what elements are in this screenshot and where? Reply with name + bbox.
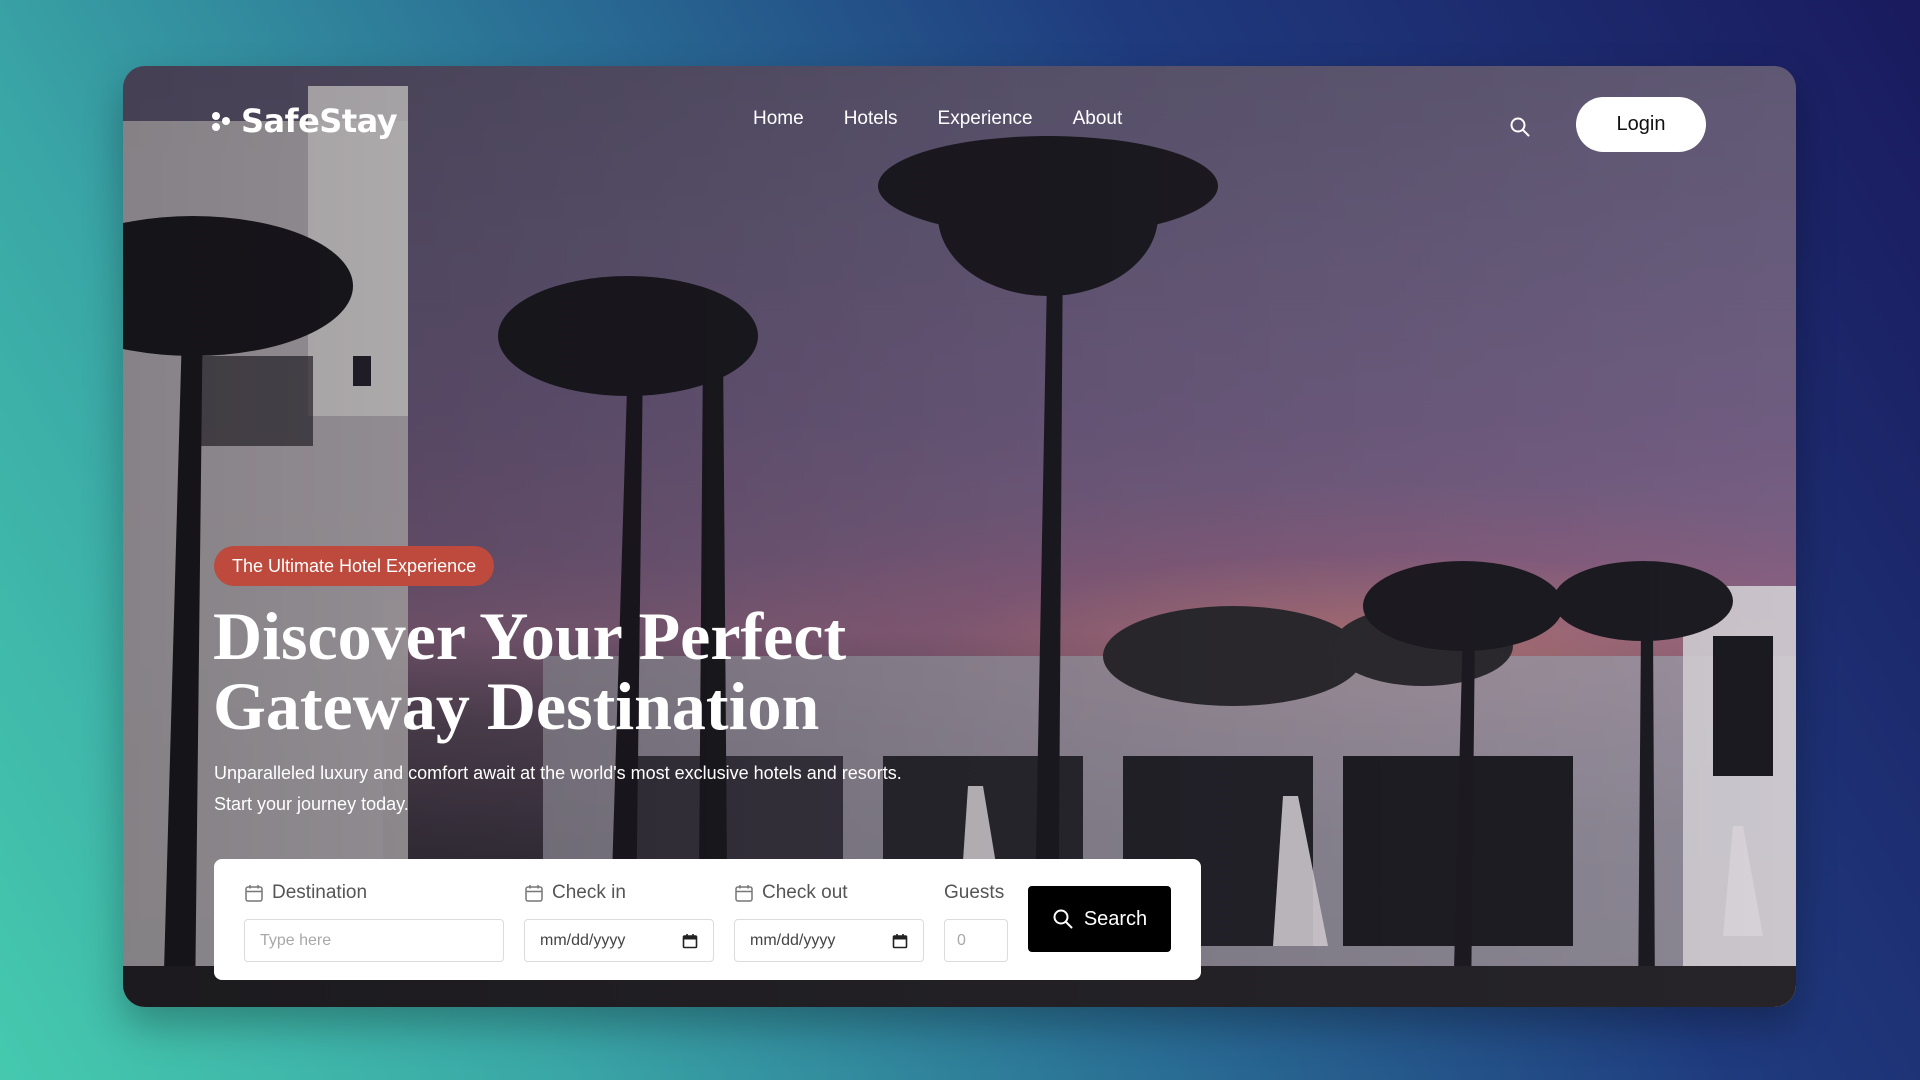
hero-badge: The Ultimate Hotel Experience	[214, 546, 495, 586]
brand-logo[interactable]: SafeStay	[211, 102, 398, 140]
guests-input[interactable]	[957, 931, 995, 950]
check-out-field: Check out mm/dd/yyyy	[734, 881, 924, 962]
logo-icon	[211, 110, 233, 132]
check-out-value: mm/dd/yyyy	[750, 931, 836, 949]
check-out-input[interactable]: mm/dd/yyyy	[734, 919, 924, 962]
calendar-picker-icon[interactable]	[682, 933, 698, 949]
destination-label: Destination	[272, 882, 368, 903]
check-out-label: Check out	[762, 882, 848, 903]
login-button[interactable]: Login	[1576, 97, 1706, 152]
nav-menu: Home Hotels Experience About	[753, 108, 1122, 130]
destination-input[interactable]	[260, 931, 488, 950]
calendar-icon	[245, 885, 263, 902]
calendar-icon	[525, 885, 543, 902]
hero-subtitle: Unparalleled luxury and comfort await at…	[214, 763, 902, 814]
guests-field: Guests	[944, 881, 1008, 962]
calendar-picker-icon[interactable]	[892, 933, 908, 949]
check-in-value: mm/dd/yyyy	[540, 931, 626, 949]
check-in-label: Check in	[552, 882, 626, 903]
search-icon	[1053, 909, 1073, 929]
search-button-label: Search	[1083, 907, 1148, 930]
booking-form: Destination Check in mm/dd/yyyy	[214, 859, 1201, 980]
nav-item-experience[interactable]: Experience	[938, 108, 1033, 130]
hero-title: Discover Your Perfect Gateway Destinatio…	[213, 601, 993, 741]
hero-title-line-1: Discover Your Perfect	[213, 598, 847, 674]
calendar-icon	[735, 885, 753, 902]
destination-field: Destination	[244, 881, 504, 962]
nav-item-about[interactable]: About	[1073, 108, 1123, 130]
search-button[interactable]: Search	[1028, 886, 1171, 952]
search-icon[interactable]	[1505, 112, 1535, 142]
hero-frame: SafeStay Home Hotels Experience About Lo…	[123, 66, 1796, 1007]
top-navigation: SafeStay Home Hotels Experience About Lo…	[123, 66, 1796, 186]
nav-item-hotels[interactable]: Hotels	[844, 108, 898, 130]
hero-title-line-2: Gateway Destination	[213, 668, 820, 744]
brand-name: SafeStay	[241, 102, 398, 140]
nav-item-home[interactable]: Home	[753, 108, 804, 130]
guests-label: Guests	[944, 882, 1005, 903]
check-in-input[interactable]: mm/dd/yyyy	[524, 919, 714, 962]
check-in-field: Check in mm/dd/yyyy	[524, 881, 714, 962]
